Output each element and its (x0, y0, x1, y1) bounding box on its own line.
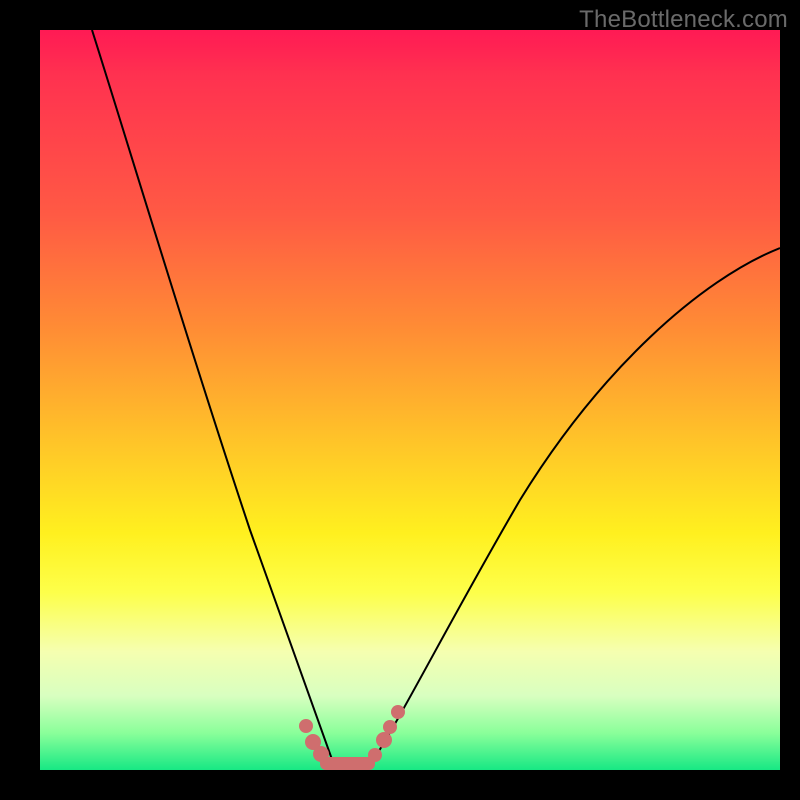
highlight-dot (299, 719, 313, 733)
highlight-dot (383, 720, 397, 734)
curve-right-arm (370, 248, 780, 765)
highlight-dot (376, 732, 392, 748)
highlight-bar (320, 757, 375, 770)
curve-left-arm (92, 30, 334, 765)
highlight-dot (391, 705, 405, 719)
curve-layer (40, 30, 780, 770)
plot-area (40, 30, 780, 770)
watermark-text: TheBottleneck.com (579, 6, 788, 34)
chart-frame: TheBottleneck.com (0, 0, 800, 800)
highlight-dot (368, 748, 382, 762)
highlight-dot (313, 746, 329, 762)
